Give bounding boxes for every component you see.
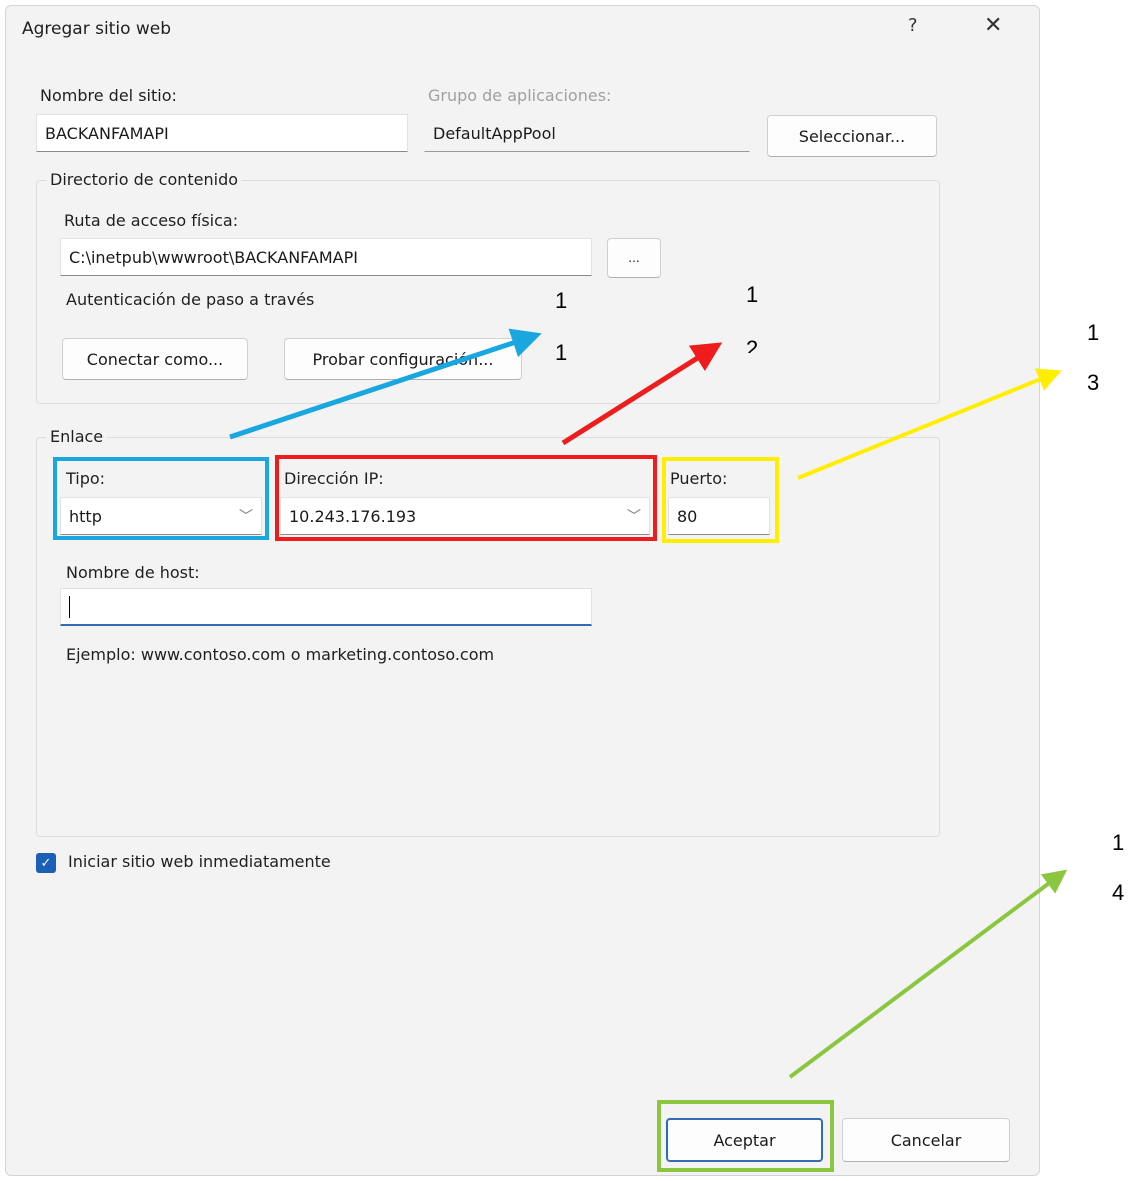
annotation-1-3-bottom: 3: [1087, 370, 1100, 392]
arrow-1-4: [788, 869, 1068, 1079]
annotation-1-4-bottom: 4: [1112, 880, 1125, 902]
annotation-1-3-top: 1: [1087, 320, 1100, 345]
annotation-arrows: [229, 328, 1068, 1079]
annotation-1-1-bottom: 1: [555, 340, 568, 365]
annotation-1-1-bottom-clip: 1: [555, 340, 567, 370]
annotation-1-4-bottom-clip: 4: [1112, 880, 1132, 902]
annotation-1-2-top: 1: [746, 282, 759, 307]
arrow-1-2: [561, 342, 723, 446]
annotation-1-2-bottom-clip: 2: [746, 336, 758, 353]
annotation-1-3-bottom-clip: 3: [1087, 370, 1099, 392]
arrow-1-1: [229, 328, 542, 440]
arrow-1-3: [797, 368, 1062, 480]
annotation-1-4-top: 1: [1112, 830, 1125, 855]
annotation-1-2-bottom: 2: [746, 336, 759, 353]
annotation-1-1-top: 1: [555, 288, 568, 313]
